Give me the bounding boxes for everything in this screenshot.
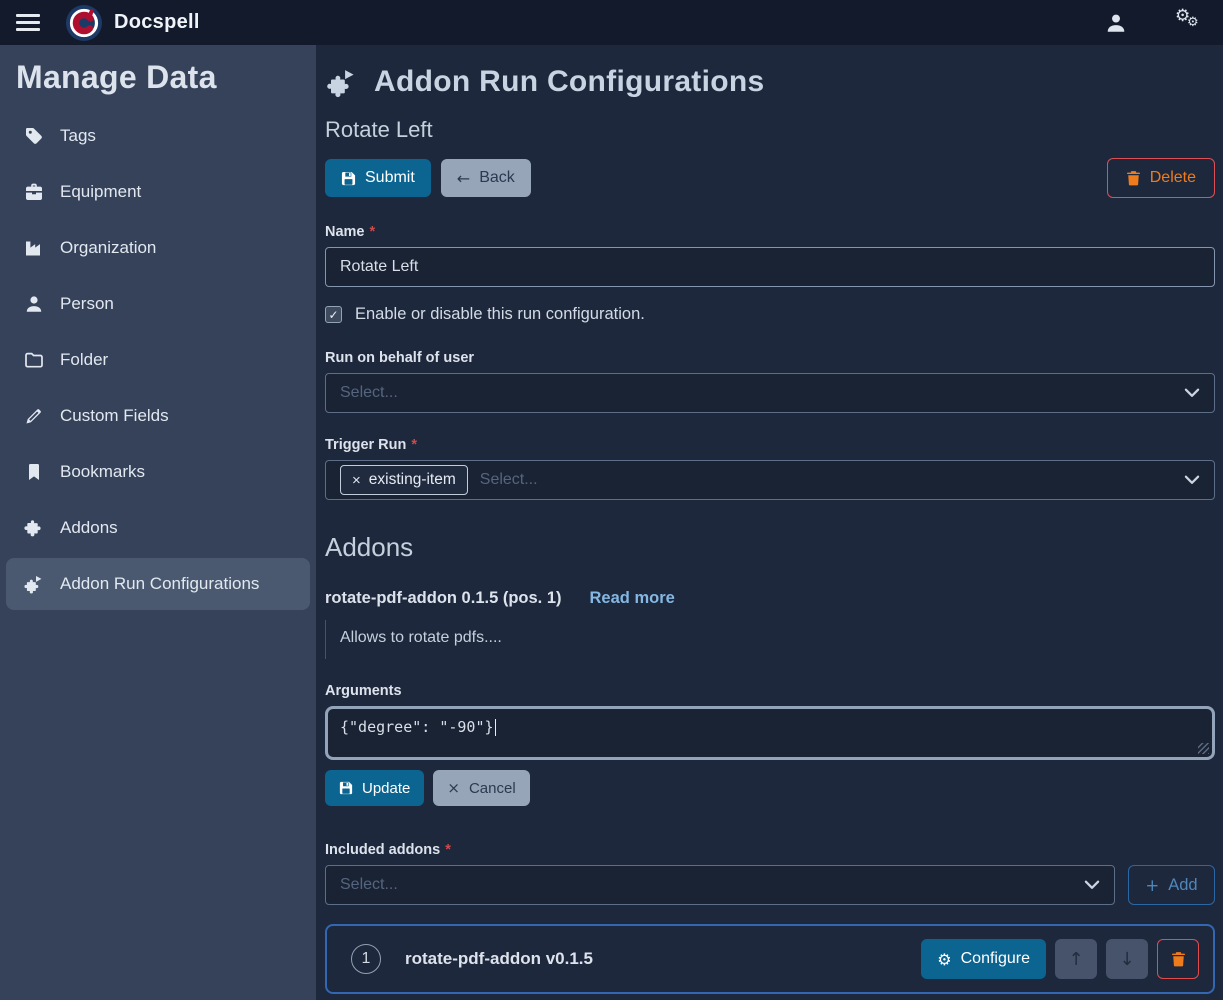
run-on-behalf-label: Run on behalf of user xyxy=(325,350,1215,366)
name-label: Name * xyxy=(325,224,1215,240)
sidebar-item-label: Person xyxy=(60,294,114,314)
sidebar-item-custom-fields[interactable]: Custom Fields xyxy=(0,388,316,444)
sidebar-item-label: Addon Run Configurations xyxy=(60,574,259,594)
included-addon-card: 1 rotate-pdf-addon v0.1.5 ⚙ Configure ↑ … xyxy=(325,924,1215,994)
cogs-icon[interactable]: ⚙ ⚙ xyxy=(1173,8,1207,38)
text-caret xyxy=(495,719,497,736)
tag-icon xyxy=(24,126,44,146)
gear-icon: ⚙ xyxy=(1187,15,1199,30)
sidebar-item-tags[interactable]: Tags xyxy=(0,108,316,164)
briefcase-icon xyxy=(24,182,44,202)
resize-handle[interactable] xyxy=(1198,743,1209,754)
enable-checkbox[interactable]: ✓ xyxy=(325,306,342,323)
sidebar-item-addons[interactable]: Addons xyxy=(0,500,316,556)
plus-icon: + xyxy=(1145,876,1159,895)
puzzle-play-icon xyxy=(24,574,44,594)
save-icon xyxy=(341,171,356,186)
included-addon-name: rotate-pdf-addon v0.1.5 xyxy=(405,949,593,969)
sidebar: Manage Data Tags Equipment Organization … xyxy=(0,45,316,1000)
trash-icon xyxy=(1126,170,1141,186)
brand-title[interactable]: Docspell xyxy=(114,11,200,34)
arrow-left-icon: ← xyxy=(457,169,470,188)
move-up-button[interactable]: ↑ xyxy=(1055,939,1097,979)
included-addons-select[interactable]: Select... xyxy=(325,865,1115,905)
addon-description: Allows to rotate pdfs.... xyxy=(325,620,1215,659)
read-more-link[interactable]: Read more xyxy=(590,589,675,608)
card-actions: ⚙ Configure ↑ ↓ xyxy=(921,939,1199,979)
config-subtitle: Rotate Left xyxy=(325,117,1215,143)
configure-button[interactable]: ⚙ Configure xyxy=(921,939,1046,979)
position-badge: 1 xyxy=(351,944,381,974)
arguments-label: Arguments xyxy=(325,683,1215,699)
trigger-run-select[interactable]: × existing-item Select... xyxy=(325,460,1215,500)
name-input[interactable]: Rotate Left xyxy=(325,247,1215,287)
close-icon: × xyxy=(447,779,460,797)
move-down-button[interactable]: ↓ xyxy=(1106,939,1148,979)
sidebar-item-bookmarks[interactable]: Bookmarks xyxy=(0,444,316,500)
enable-checkbox-label: Enable or disable this run configuration… xyxy=(355,305,645,324)
included-addons-row: Select... + Add xyxy=(325,865,1215,905)
sidebar-item-addon-run-configurations[interactable]: Addon Run Configurations xyxy=(6,558,310,610)
hamburger-icon[interactable] xyxy=(16,10,40,35)
run-on-behalf-select[interactable]: Select... xyxy=(325,373,1215,413)
addon-head-row: rotate-pdf-addon 0.1.5 (pos. 1) Read mor… xyxy=(325,589,1215,608)
included-addons-label: Included addons * xyxy=(325,842,1215,858)
gear-icon: ⚙ xyxy=(937,950,951,969)
sidebar-item-label: Folder xyxy=(60,350,108,370)
sidebar-item-organization[interactable]: Organization xyxy=(0,220,316,276)
required-marker: * xyxy=(411,437,417,453)
chevron-down-icon xyxy=(1184,388,1200,398)
remove-addon-button[interactable] xyxy=(1157,939,1199,979)
industry-icon xyxy=(24,238,44,258)
required-marker: * xyxy=(370,224,376,240)
sidebar-item-label: Bookmarks xyxy=(60,462,145,482)
arrow-up-icon: ↑ xyxy=(1068,949,1083,970)
arguments-textarea[interactable]: {"degree": "-90"} xyxy=(325,706,1215,760)
enable-checkbox-row: ✓ Enable or disable this run configurati… xyxy=(325,305,1215,324)
add-addon-button[interactable]: + Add xyxy=(1128,865,1215,905)
sidebar-item-label: Organization xyxy=(60,238,156,258)
top-navbar: Docspell ⚙ ⚙ xyxy=(0,0,1223,45)
save-icon xyxy=(339,781,353,795)
pen-icon xyxy=(24,406,44,426)
trigger-chip-existing-item: × existing-item xyxy=(340,465,468,495)
page-title: Addon Run Configurations xyxy=(374,65,764,99)
sidebar-item-person[interactable]: Person xyxy=(0,276,316,332)
docspell-logo[interactable] xyxy=(66,5,102,41)
puzzle-icon xyxy=(24,518,44,538)
check-icon: ✓ xyxy=(328,309,338,321)
sidebar-item-label: Custom Fields xyxy=(60,406,169,426)
sidebar-item-equipment[interactable]: Equipment xyxy=(0,164,316,220)
addons-section-heading: Addons xyxy=(325,532,1215,563)
puzzle-play-icon xyxy=(325,67,359,98)
user-icon[interactable] xyxy=(1105,12,1127,34)
trigger-run-label: Trigger Run * xyxy=(325,437,1215,453)
person-icon xyxy=(24,294,44,314)
sidebar-item-label: Equipment xyxy=(60,182,141,202)
form-toolbar: Submit ← Back Delete xyxy=(325,158,1215,198)
page-header: Addon Run Configurations xyxy=(325,65,1215,99)
main-content: Addon Run Configurations Rotate Left Sub… xyxy=(316,45,1223,1000)
remove-chip-icon[interactable]: × xyxy=(352,472,361,489)
update-button[interactable]: Update xyxy=(325,770,424,806)
bookmark-icon xyxy=(24,462,44,482)
chevron-down-icon xyxy=(1084,880,1100,890)
sidebar-item-folder[interactable]: Folder xyxy=(0,332,316,388)
arrow-down-icon: ↓ xyxy=(1119,949,1134,970)
required-marker: * xyxy=(445,842,451,858)
sidebar-nav: Tags Equipment Organization Person Folde… xyxy=(0,108,316,610)
submit-button[interactable]: Submit xyxy=(325,159,431,197)
chevron-down-icon xyxy=(1184,475,1200,485)
cancel-button[interactable]: × Cancel xyxy=(433,770,529,806)
folder-icon xyxy=(24,350,44,370)
arguments-actions: Update × Cancel xyxy=(325,770,1215,806)
back-button[interactable]: ← Back xyxy=(441,159,531,197)
sidebar-item-label: Tags xyxy=(60,126,96,146)
sidebar-title: Manage Data xyxy=(0,45,316,108)
addon-title: rotate-pdf-addon 0.1.5 (pos. 1) xyxy=(325,589,562,608)
trash-icon xyxy=(1171,951,1186,967)
delete-button[interactable]: Delete xyxy=(1107,158,1215,198)
sidebar-item-label: Addons xyxy=(60,518,118,538)
